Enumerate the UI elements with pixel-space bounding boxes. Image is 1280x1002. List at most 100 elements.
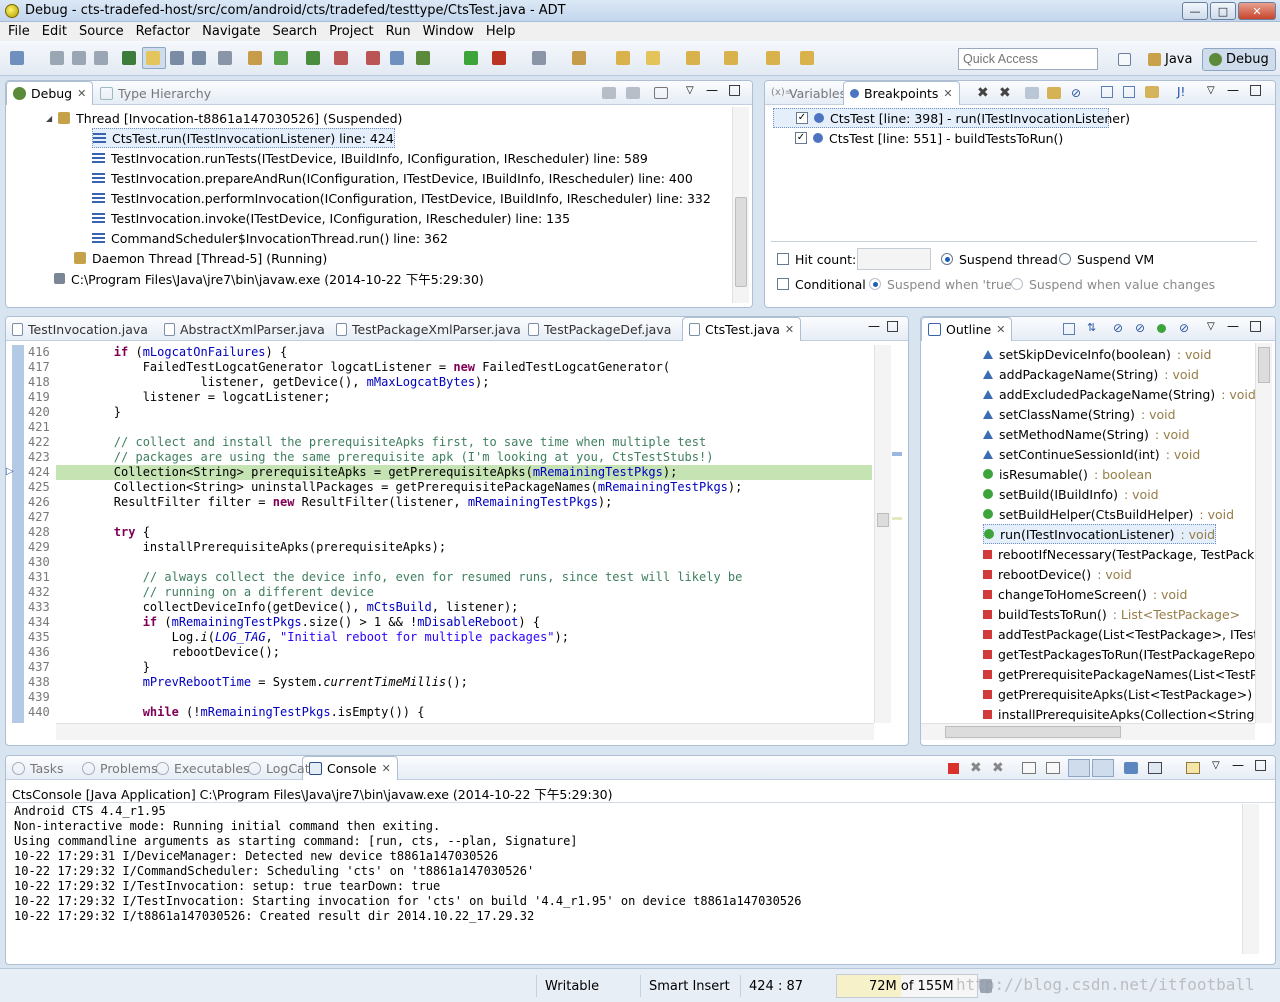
toolbar-tool-icon[interactable]: [616, 51, 630, 65]
editor-tab-abstractxmlparser[interactable]: AbstractXmlParser.java: [158, 317, 331, 341]
maximize-view-icon[interactable]: □: [728, 82, 741, 98]
debug-perspective-button[interactable]: Debug: [1202, 48, 1276, 71]
process-row[interactable]: C:\Program Files\Java\jre7\bin\javaw.exe…: [54, 268, 484, 288]
link-with-editor-icon[interactable]: [626, 87, 640, 99]
toolbar-tool-icon[interactable]: [306, 51, 320, 65]
quick-access-input[interactable]: [958, 48, 1098, 70]
outline-item[interactable]: rebootDevice() : void: [983, 564, 1132, 584]
toolbar-tool-icon[interactable]: [724, 51, 738, 65]
view-menu-icon[interactable]: ▽: [1207, 85, 1215, 96]
stack-frame-row[interactable]: TestInvocation.performInvocation(IConfig…: [92, 188, 711, 208]
toolbar-tool-icon[interactable]: [274, 51, 288, 65]
open-console-icon[interactable]: [1186, 762, 1200, 774]
thread-row[interactable]: ◢ Thread [Invocation-t8861a147030526] (Su…: [46, 108, 402, 128]
close-tab-icon[interactable]: ✕: [77, 87, 86, 100]
maximize-view-icon[interactable]: □: [1249, 82, 1262, 98]
breakpoint-item[interactable]: ✓ CtsTest [line: 398] - run(ITestInvocati…: [773, 108, 1130, 128]
sort-icon[interactable]: ⇅: [1087, 321, 1096, 334]
outline-item[interactable]: buildTestsToRun() : List<TestPackage>: [983, 604, 1240, 624]
maximize-view-icon[interactable]: □: [1249, 318, 1262, 334]
menu-navigate[interactable]: Navigate: [196, 24, 266, 39]
suspend-vm-option[interactable]: Suspend VM: [1059, 249, 1154, 269]
remove-launch-icon[interactable]: ✖: [970, 760, 982, 776]
show-breakpoints-icon[interactable]: [1025, 87, 1039, 99]
remove-all-breakpoints-icon[interactable]: ✖: [999, 85, 1011, 101]
scroll-thumb[interactable]: [735, 197, 747, 287]
hide-fields-icon[interactable]: ⊘: [1113, 321, 1123, 335]
outline-item[interactable]: addTestPackage(List<TestPackage>, ITest: [983, 624, 1255, 644]
tree-expanded-icon[interactable]: ◢: [46, 114, 52, 123]
stack-frame-row[interactable]: TestInvocation.prepareAndRun(IConfigurat…: [92, 168, 693, 188]
thread-row[interactable]: Daemon Thread [Thread-5] (Running): [74, 248, 327, 268]
view-menu-icon[interactable]: ▽: [686, 85, 694, 96]
stack-frame-row[interactable]: CommandScheduler$InvocationThread.run() …: [92, 228, 448, 248]
toolbar-tool-icon[interactable]: [192, 51, 206, 65]
breakpoint-enabled-checkbox[interactable]: ✓: [795, 132, 807, 144]
outline-item[interactable]: setClassName(String) : void: [983, 404, 1176, 424]
outline-vertical-scrollbar[interactable]: [1255, 343, 1272, 723]
tab-variables[interactable]: (x)= Variables: [765, 81, 852, 105]
tab-breakpoints[interactable]: Breakpoints ✕: [843, 81, 960, 105]
menu-run[interactable]: Run: [380, 24, 417, 39]
toolbar-tool-icon[interactable]: [572, 51, 586, 65]
menu-window[interactable]: Window: [417, 24, 480, 39]
menu-refactor[interactable]: Refactor: [130, 24, 197, 39]
toolbar-tool-icon[interactable]: [10, 51, 24, 65]
outline-item[interactable]: setMethodName(String) : void: [983, 424, 1190, 444]
java-perspective-button[interactable]: Java: [1142, 48, 1198, 71]
console-output[interactable]: Android CTS 4.4_r1.95 Non-interactive mod…: [6, 804, 1242, 944]
toolbar-tool-icon[interactable]: [766, 51, 780, 65]
suspend-when-true-option[interactable]: Suspend when 'true': [869, 274, 1015, 294]
outline-item[interactable]: addPackageName(String) : void: [983, 364, 1199, 384]
toolbar-tool-icon[interactable]: [366, 51, 380, 65]
close-tab-icon[interactable]: ✕: [943, 87, 952, 100]
view-menu-icon[interactable]: ▽: [1212, 760, 1220, 771]
close-tab-icon[interactable]: ✕: [785, 323, 794, 336]
minimize-editor-icon[interactable]: —: [868, 319, 880, 333]
word-wrap-icon[interactable]: [1068, 759, 1090, 777]
suspend-thread-option[interactable]: Suspend thread: [941, 249, 1058, 269]
toolbar-tool-icon[interactable]: [122, 51, 136, 65]
breakpoint-enabled-checkbox[interactable]: ✓: [796, 112, 808, 124]
display-console-icon[interactable]: [1148, 762, 1162, 774]
tab-debug[interactable]: Debug ✕: [6, 81, 94, 105]
scroll-thumb[interactable]: [945, 726, 1121, 738]
scroll-thumb[interactable]: [877, 513, 889, 527]
outline-item[interactable]: setSkipDeviceInfo(boolean) : void: [983, 344, 1211, 364]
open-perspective-button[interactable]: [1112, 48, 1136, 71]
outline-item[interactable]: getTestPackagesToRun(ITestPackageRepo: [983, 644, 1255, 664]
outline-item[interactable]: addExcludedPackageName(String) : void: [983, 384, 1255, 404]
maximize-editor-icon[interactable]: □: [886, 318, 899, 334]
suspend-thread-radio[interactable]: [941, 253, 953, 265]
tab-tasks[interactable]: Tasks: [6, 756, 70, 780]
stack-frame-row[interactable]: CtsTest.run(ITestInvocationListener) lin…: [92, 128, 395, 148]
view-menu-icon[interactable]: ▽: [1207, 321, 1215, 332]
menu-source[interactable]: Source: [73, 24, 130, 39]
outline-item[interactable]: setBuildHelper(CtsBuildHelper) : void: [983, 504, 1234, 524]
code-editor[interactable]: 416 if (mLogcatOnFailures) {417 FailedTe…: [6, 345, 872, 725]
outline-item[interactable]: isResumable() : boolean: [983, 464, 1152, 484]
collapse-all-icon[interactable]: [602, 87, 616, 99]
skip-all-breakpoints-icon[interactable]: ⊘: [1071, 86, 1081, 100]
minimize-view-icon[interactable]: —: [1232, 758, 1244, 772]
tab-problems[interactable]: Problems: [76, 756, 164, 780]
toolbar-tool-icon[interactable]: [50, 51, 64, 65]
maximize-button[interactable]: □: [1210, 2, 1236, 20]
toolbar-tool-icon[interactable]: [532, 51, 546, 65]
menu-help[interactable]: Help: [480, 24, 522, 39]
tab-console[interactable]: Console ✕: [302, 756, 398, 780]
outline-item[interactable]: changeToHomeScreen() : void: [983, 584, 1187, 604]
toolbar-tool-icon[interactable]: [646, 51, 660, 65]
menu-file[interactable]: File: [2, 24, 36, 39]
toolbar-tool-icon[interactable]: [686, 51, 700, 65]
hit-count-input[interactable]: [857, 248, 931, 270]
toolbar-tool-icon[interactable]: [170, 51, 184, 65]
goto-file-icon[interactable]: [1047, 87, 1061, 99]
close-window-button[interactable]: ✕: [1238, 2, 1276, 20]
editor-tab-ctstest[interactable]: CtsTest.java ✕: [682, 317, 802, 341]
outline-item[interactable]: setContinueSessionId(int) : void: [983, 444, 1200, 464]
editor-vertical-scrollbar[interactable]: [874, 345, 891, 723]
java-exception-breakpoint-icon[interactable]: J!: [1177, 85, 1185, 99]
remove-breakpoint-icon[interactable]: ✖: [977, 85, 989, 101]
scroll-thumb[interactable]: [1258, 347, 1270, 383]
